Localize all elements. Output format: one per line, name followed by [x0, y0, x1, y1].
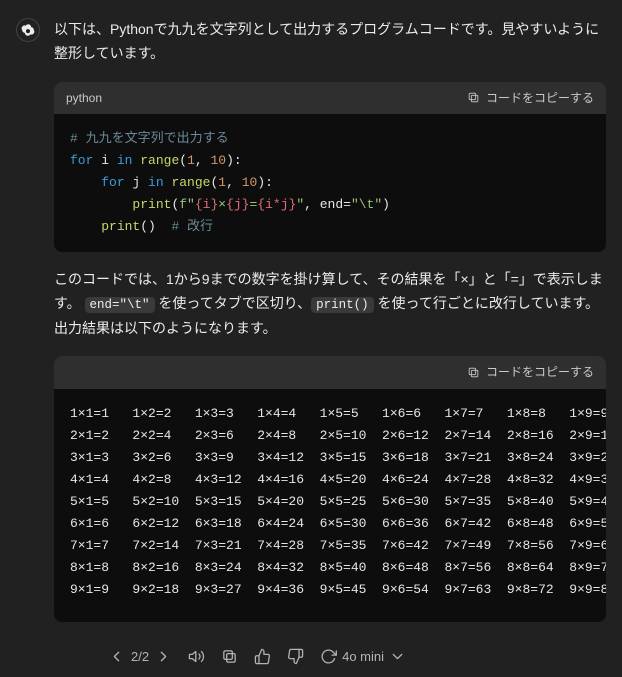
regenerate-icon [320, 648, 337, 665]
prev-button[interactable] [108, 648, 125, 665]
assistant-message: 以下は、Pythonで九九を文字列として出力するプログラムコードです。見やすいよ… [54, 18, 606, 668]
copy-icon [467, 91, 480, 104]
intro-text: 以下は、Pythonで九九を文字列として出力するプログラムコードです。見やすいよ… [54, 18, 606, 66]
openai-logo-icon [21, 23, 35, 37]
assistant-avatar [16, 18, 40, 42]
speaker-icon [188, 648, 205, 665]
thumbs-up-button[interactable] [254, 648, 271, 665]
copy-output-button[interactable]: コードをコピーする [467, 362, 594, 382]
chevron-down-icon [389, 648, 406, 665]
regenerate-model-button[interactable]: 4o mini [320, 646, 406, 668]
copy-code-button[interactable]: コードをコピーする [467, 88, 594, 108]
copy-icon [467, 366, 480, 379]
explanation-text: このコードでは、1から9までの数字を掛け算して、その結果を「×」と「=」で表示し… [54, 268, 606, 340]
inline-code-end: end="\t" [85, 297, 155, 313]
output-scroll[interactable]: 1×1=1 1×2=2 1×3=3 1×4=4 1×5=5 1×6=6 1×7=… [54, 389, 606, 622]
inline-code-print: print() [311, 297, 374, 313]
multiplication-table: 1×1=1 1×2=2 1×3=3 1×4=4 1×5=5 1×6=6 1×7=… [54, 389, 606, 622]
thumbs-down-button[interactable] [287, 648, 304, 665]
copy-message-button[interactable] [221, 648, 238, 665]
thumbs-down-icon [287, 648, 304, 665]
chevron-right-icon [155, 648, 172, 665]
copy-icon [221, 648, 238, 665]
code-lang-label: python [66, 88, 102, 108]
read-aloud-button[interactable] [188, 648, 205, 665]
code-content: # 九九を文字列で出力する for i in range(1, 10): for… [54, 114, 606, 252]
message-toolbar: 2/2 4o mini [54, 638, 606, 668]
next-button[interactable] [155, 648, 172, 665]
output-block: コードをコピーする 1×1=1 1×2=2 1×3=3 1×4=4 1×5=5 … [54, 356, 606, 621]
thumbs-up-icon [254, 648, 271, 665]
page-indicator: 2/2 [131, 646, 149, 668]
chevron-left-icon [108, 648, 125, 665]
code-block-python: python コードをコピーする # 九九を文字列で出力する for i in … [54, 82, 606, 253]
response-pager: 2/2 [108, 646, 172, 668]
